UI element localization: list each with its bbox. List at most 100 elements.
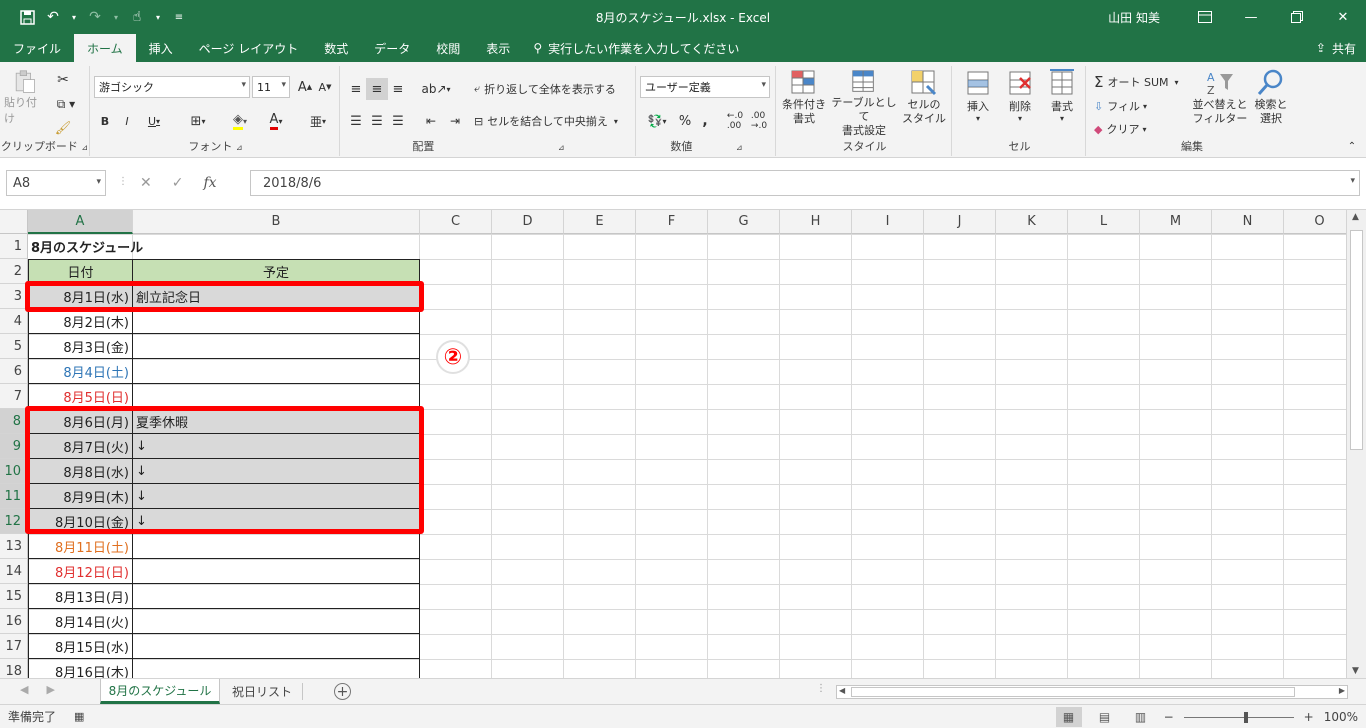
name-box[interactable]: A8 ▾ — [6, 170, 106, 196]
accounting-format-icon[interactable]: 💱 ▾ — [640, 110, 674, 132]
number-format-combo[interactable]: ユーザー定義 ▾ — [640, 76, 770, 98]
date-cell-row17[interactable]: 8月15日(水) — [28, 634, 133, 659]
underline-icon[interactable]: U ▾ — [140, 110, 168, 132]
column-header-n[interactable]: N — [1212, 210, 1284, 234]
column-header-b[interactable]: B — [133, 210, 420, 234]
prev-sheet-icon[interactable]: ◀ — [20, 683, 28, 696]
conditional-format-button[interactable]: 条件付き 書式 — [778, 68, 830, 138]
touch-mode-icon[interactable]: ☝ — [128, 8, 146, 26]
row-header-8[interactable]: 8 — [0, 409, 28, 434]
split-handle-icon[interactable]: ⋮ — [816, 683, 826, 694]
minimize-icon[interactable]: — — [1228, 0, 1274, 34]
user-name[interactable]: 山田 知美 — [1108, 9, 1160, 26]
redo-icon[interactable]: ↷ — [86, 8, 104, 26]
zoom-out-icon[interactable]: − — [1164, 710, 1174, 724]
row-header-4[interactable]: 4 — [0, 309, 28, 334]
column-header-o[interactable]: O — [1284, 210, 1346, 234]
tab-insert[interactable]: 挿入 — [136, 34, 186, 62]
scroll-right-icon[interactable]: ▶ — [1339, 686, 1345, 695]
column-header-j[interactable]: J — [924, 210, 996, 234]
date-cell-row18[interactable]: 8月16日(木) — [28, 659, 133, 678]
chevron-down-icon[interactable]: ▾ — [70, 8, 78, 26]
row-header-13[interactable]: 13 — [0, 534, 28, 559]
plan-cell-row17[interactable] — [132, 634, 420, 659]
next-sheet-icon[interactable]: ▶ — [46, 683, 54, 696]
delete-cells-button[interactable]: 削除 ▾ — [1000, 68, 1040, 138]
row-header-7[interactable]: 7 — [0, 384, 28, 409]
date-cell-row15[interactable]: 8月13日(月) — [28, 584, 133, 609]
undo-icon[interactable]: ↶ — [44, 8, 62, 26]
decrease-indent-icon[interactable]: ⇤ — [420, 110, 442, 132]
column-header-f[interactable]: F — [636, 210, 708, 234]
plan-cell-row6[interactable] — [132, 359, 420, 384]
vertical-scrollbar[interactable]: ▲ ▼ — [1346, 210, 1366, 678]
tab-view[interactable]: 表示 — [473, 34, 523, 62]
column-header-k[interactable]: K — [996, 210, 1068, 234]
paste-button[interactable]: 貼り付け — [4, 70, 46, 126]
scroll-up-icon[interactable]: ▲ — [1352, 212, 1359, 222]
ribbon-display-icon[interactable] — [1182, 0, 1228, 34]
insert-function-icon[interactable]: fx — [203, 175, 216, 191]
row-header-3[interactable]: 3 — [0, 284, 28, 309]
page-break-view-icon[interactable]: ▥ — [1128, 707, 1154, 727]
chevron-down-icon[interactable]: ▾ — [112, 8, 120, 26]
align-top-icon[interactable]: ≡ — [346, 78, 366, 100]
increase-decimal-icon[interactable]: ←.0.00 — [724, 110, 746, 132]
row-header-14[interactable]: 14 — [0, 559, 28, 584]
increase-indent-icon[interactable]: ⇥ — [444, 110, 466, 132]
plan-cell-row13[interactable] — [132, 534, 420, 559]
chevron-down-icon[interactable]: ▾ — [154, 8, 162, 26]
restore-icon[interactable] — [1274, 0, 1320, 34]
insert-cells-button[interactable]: 挿入 ▾ — [958, 68, 998, 138]
row-header-1[interactable]: 1 — [0, 234, 28, 259]
date-cell-row13[interactable]: 8月11日(土) — [28, 534, 133, 559]
expand-formula-icon[interactable]: ▾ — [1350, 176, 1355, 186]
align-left-icon[interactable]: ☰ — [346, 110, 366, 132]
page-layout-view-icon[interactable]: ▤ — [1092, 707, 1118, 727]
font-name-combo[interactable]: 游ゴシック ▾ — [94, 76, 250, 98]
row-header-16[interactable]: 16 — [0, 609, 28, 634]
formula-input[interactable]: 2018/8/6 ▾ — [250, 170, 1360, 196]
save-icon[interactable] — [18, 8, 36, 26]
row-header-12[interactable]: 12 — [0, 509, 28, 534]
date-cell-row14[interactable]: 8月12日(日) — [28, 559, 133, 584]
tab-home[interactable]: ホーム — [74, 34, 136, 62]
format-painter-icon[interactable]: 🖌 — [52, 118, 74, 138]
row-header-2[interactable]: 2 — [0, 259, 28, 284]
plan-cell-row18[interactable] — [132, 659, 420, 678]
fill-color-icon[interactable]: ◈ ▾ — [224, 110, 256, 132]
sort-filter-button[interactable]: AZ 並べ替えと フィルター — [1192, 68, 1248, 138]
column-header-l[interactable]: L — [1068, 210, 1140, 234]
tab-data[interactable]: データ — [361, 34, 423, 62]
add-sheet-icon[interactable]: + — [334, 683, 351, 700]
plan-cell-row16[interactable] — [132, 609, 420, 634]
cut-icon[interactable]: ✂ — [52, 70, 74, 90]
grow-font-icon[interactable]: A ▲ — [296, 76, 314, 98]
close-icon[interactable]: ✕ — [1320, 0, 1366, 34]
date-cell-row16[interactable]: 8月14日(火) — [28, 609, 133, 634]
column-header-i[interactable]: I — [852, 210, 924, 234]
align-center-icon[interactable]: ☰ — [366, 110, 388, 132]
sheet-tab-august-schedule[interactable]: 8月のスケジュール — [100, 679, 220, 704]
wrap-text-button[interactable]: ⤶ 折り返して全体を表示する — [474, 78, 634, 100]
column-header-a[interactable]: A — [28, 210, 133, 234]
decrease-decimal-icon[interactable]: .00 →.0 — [748, 110, 770, 132]
plan-cell-row15[interactable] — [132, 584, 420, 609]
cancel-entry-icon[interactable]: ✕ — [140, 175, 152, 191]
plan-cell-row4[interactable] — [132, 309, 420, 334]
font-color-icon[interactable]: A ▾ — [260, 110, 292, 132]
date-cell-row4[interactable]: 8月2日(木) — [28, 309, 133, 334]
merge-center-button[interactable]: ⊟ セルを結合して中央揃え ▾ — [474, 110, 634, 132]
zoom-slider-thumb[interactable] — [1243, 711, 1248, 723]
borders-icon[interactable]: ⊞ ▾ — [182, 110, 214, 132]
customize-qat-icon[interactable]: ≡ — [170, 8, 188, 26]
format-as-table-button[interactable]: テーブルとして 書式設定 — [830, 68, 898, 138]
align-right-icon[interactable]: ☰ — [388, 110, 408, 132]
column-header-m[interactable]: M — [1140, 210, 1212, 234]
macro-record-icon[interactable]: ▦ — [74, 710, 84, 723]
select-all-corner[interactable] — [0, 210, 28, 234]
find-select-button[interactable]: 検索と 選択 — [1248, 68, 1294, 138]
scroll-left-icon[interactable]: ◀ — [839, 686, 845, 695]
row-header-5[interactable]: 5 — [0, 334, 28, 359]
date-cell-row6[interactable]: 8月4日(土) — [28, 359, 133, 384]
